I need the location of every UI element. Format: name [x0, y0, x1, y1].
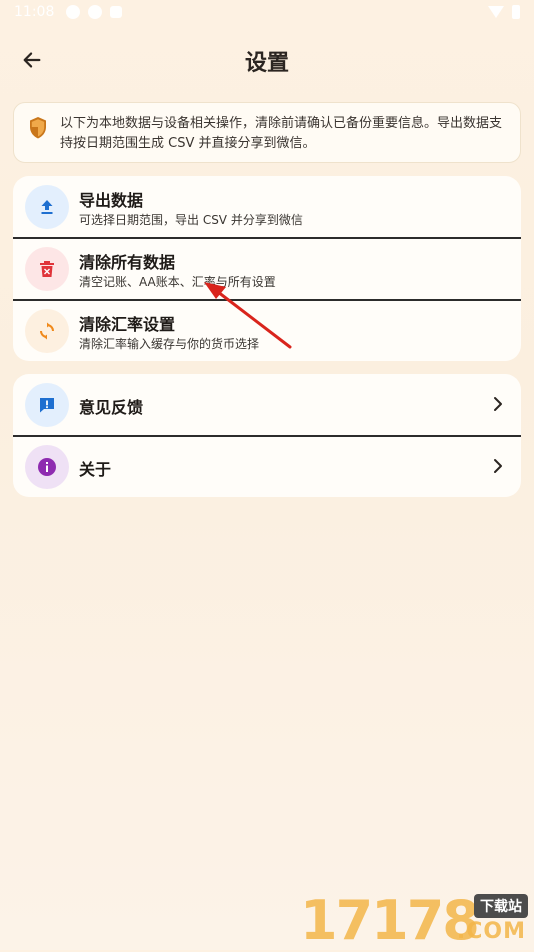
chevron-right-icon	[494, 459, 502, 473]
status-time: 11:08	[14, 4, 55, 20]
trash-icon	[25, 247, 69, 291]
info-icon	[25, 445, 69, 489]
row-title: 清除所有数据	[79, 253, 176, 272]
row-title: 导出数据	[79, 191, 144, 210]
row-subtitle: 清空记账、AA账本、汇率与所有设置	[79, 275, 276, 289]
upload-icon	[25, 185, 69, 229]
row-title: 清除汇率设置	[79, 315, 176, 334]
row-subtitle: 清除汇率输入缓存与你的货币选择	[79, 337, 260, 351]
page-title: 设置	[244, 51, 289, 76]
notification-icon	[88, 5, 102, 19]
notice-text: 以下为本地数据与设备相关操作，清除前请确认已备份重要信息。导出数据支持按日期范围…	[60, 116, 503, 151]
feedback-row[interactable]: 意见反馈	[13, 374, 521, 436]
other-settings-card: 意见反馈 关于	[13, 374, 521, 497]
watermark-badge: 下载站	[474, 894, 528, 918]
watermark-domain: .COM	[456, 919, 526, 944]
status-system-icons	[488, 5, 520, 19]
watermark-digits: 17178	[300, 889, 480, 952]
row-title: 意见反馈	[79, 398, 144, 417]
watermark-logo: 17178 下载站 .COM	[300, 888, 530, 950]
status-notification-icons	[66, 5, 122, 19]
data-settings-card: 导出数据 可选择日期范围，导出 CSV 并分享到微信 清除所有数据 清空记账、A…	[13, 176, 521, 361]
battery-icon	[512, 5, 520, 19]
row-subtitle: 可选择日期范围，导出 CSV 并分享到微信	[79, 213, 303, 227]
about-row[interactable]: 关于	[13, 436, 521, 497]
row-title: 关于	[79, 460, 112, 479]
refresh-icon	[25, 309, 69, 353]
notification-icon	[66, 5, 80, 19]
wifi-icon	[488, 6, 504, 18]
notification-icon	[110, 6, 122, 18]
app-bar: 设置	[0, 30, 534, 88]
clear-exchange-rate-row[interactable]: 清除汇率设置 清除汇率输入缓存与你的货币选择	[13, 300, 521, 361]
feedback-icon	[25, 383, 69, 427]
status-bar: 11:08	[0, 0, 534, 28]
shield-icon	[30, 117, 46, 139]
clear-all-data-row[interactable]: 清除所有数据 清空记账、AA账本、汇率与所有设置	[13, 238, 521, 300]
notice-card: 以下为本地数据与设备相关操作，清除前请确认已备份重要信息。导出数据支持按日期范围…	[13, 102, 521, 163]
chevron-right-icon	[494, 397, 502, 411]
export-data-row[interactable]: 导出数据 可选择日期范围，导出 CSV 并分享到微信	[13, 176, 521, 238]
